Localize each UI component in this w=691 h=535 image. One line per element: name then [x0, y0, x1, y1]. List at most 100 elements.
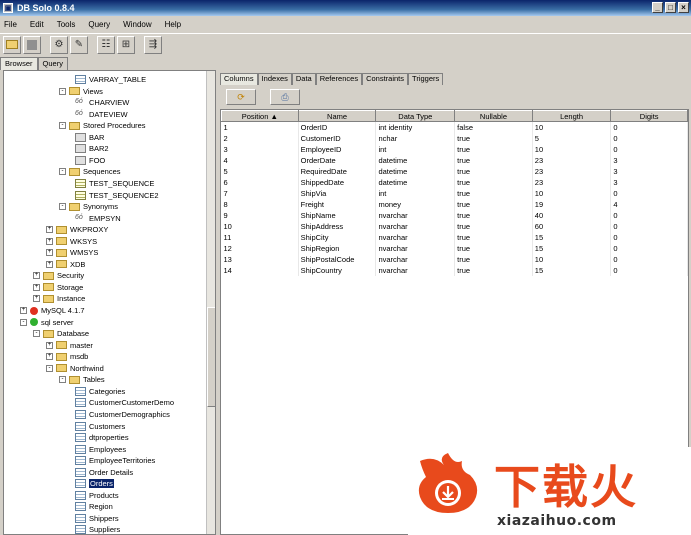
menu-query[interactable]: Query	[88, 20, 110, 29]
tree-node[interactable]: Shippers	[75, 513, 119, 524]
table-row[interactable]: 5 RequiredDate datetime true 23 3	[221, 166, 688, 177]
tree-scrollbar-thumb[interactable]	[207, 307, 215, 407]
tree-node[interactable]: + Storage	[33, 282, 83, 293]
header-length[interactable]: Length	[531, 110, 612, 122]
tree-node[interactable]: Suppliers	[75, 524, 120, 534]
tab-query[interactable]: Query	[37, 57, 68, 70]
table-row[interactable]: 7 ShipVia int true 10 0	[221, 188, 688, 199]
tree-node[interactable]: - Synonyms	[59, 201, 118, 212]
tree-node[interactable]: CustomerDemographics	[75, 409, 170, 420]
tree-node[interactable]: VARRAY_TABLE	[75, 74, 146, 85]
tree-node[interactable]: + WKSYS	[46, 236, 97, 247]
tree-node[interactable]: FOO	[75, 155, 105, 166]
collapse-icon[interactable]: -	[59, 168, 66, 176]
table-row[interactable]: 11 ShipCity nvarchar true 15 0	[221, 232, 688, 243]
tree-node[interactable]: Products	[75, 490, 119, 501]
expand-icon[interactable]: +	[20, 307, 27, 314]
collapse-icon[interactable]: -	[33, 330, 40, 338]
tree-node[interactable]: Categories	[75, 386, 125, 397]
menu-window[interactable]: Window	[123, 20, 151, 29]
expand-icon[interactable]: +	[33, 272, 40, 280]
tree-node[interactable]: - Stored Procedures	[59, 120, 146, 131]
table-row[interactable]: 2 CustomerID nchar true 5 0	[221, 133, 688, 144]
print-icon[interactable]: ⎙	[270, 89, 300, 105]
tree-node[interactable]: - Sequences	[59, 166, 121, 177]
tree-node[interactable]: - Northwind	[46, 363, 104, 374]
tree-node[interactable]: - Tables	[59, 374, 105, 385]
stop-icon[interactable]	[23, 35, 41, 54]
tree-node[interactable]: Order Details	[75, 467, 133, 478]
table-row[interactable]: 4 OrderDate datetime true 23 3	[221, 155, 688, 166]
collapse-icon[interactable]: -	[59, 87, 66, 95]
tab-references[interactable]: References	[315, 73, 363, 85]
tree-node[interactable]: + WMSYS	[46, 247, 98, 258]
tree-node[interactable]: TEST_SEQUENCE	[75, 178, 154, 189]
tree-node[interactable]: 6ó DATEVIEW	[75, 109, 128, 120]
collapse-icon[interactable]: -	[46, 364, 53, 372]
tree-node[interactable]: CustomerCustomerDemo	[75, 397, 174, 408]
header-data-type[interactable]: Data Type	[375, 110, 456, 122]
tab-browser[interactable]: Browser	[0, 57, 38, 70]
header-name[interactable]: Name	[297, 110, 377, 122]
expand-icon[interactable]: +	[33, 295, 40, 303]
expand-icon[interactable]: +	[33, 283, 40, 291]
tree-node[interactable]: 6ó CHARVIEW	[75, 97, 129, 108]
tree-node[interactable]: + Instance	[33, 293, 85, 304]
tree-node[interactable]: Employees	[75, 444, 126, 455]
connect-icon[interactable]: ⚙	[50, 35, 68, 54]
menu-tools[interactable]: Tools	[57, 20, 76, 29]
tree-node[interactable]: + master	[46, 340, 93, 351]
collapse-icon[interactable]: -	[20, 318, 27, 326]
table-row[interactable]: 13 ShipPostalCode nvarchar true 10 0	[221, 254, 688, 265]
tree-node[interactable]: 6ó EMPSYN	[75, 213, 121, 224]
expand-icon[interactable]: +	[46, 260, 53, 268]
table-row[interactable]: 14 ShipCountry nvarchar true 15 0	[221, 265, 688, 276]
tree-node[interactable]: BAR	[75, 132, 104, 143]
disconnect-icon[interactable]: ✎	[70, 35, 88, 54]
tree-node[interactable]: + msdb	[46, 351, 88, 362]
table-row[interactable]: 3 EmployeeID int true 10 0	[221, 144, 688, 155]
tree-node[interactable]: Customers	[75, 421, 125, 432]
expand-icon[interactable]: +	[46, 353, 53, 361]
expand-icon[interactable]: +	[46, 249, 53, 257]
tree-node[interactable]: TEST_SEQUENCE2	[75, 190, 159, 201]
tree-node[interactable]: + MySQL 4.1.7	[20, 305, 85, 316]
refresh-icon[interactable]: ⟳	[226, 89, 256, 105]
collapse-icon[interactable]: -	[59, 376, 66, 384]
table-row[interactable]: 12 ShipRegion nvarchar true 15 0	[221, 243, 688, 254]
collapse-icon[interactable]: -	[59, 122, 66, 130]
table-row[interactable]: 1 OrderID int identity false 10 0	[221, 121, 688, 133]
tree-node[interactable]: Region	[75, 501, 113, 512]
tree-view-icon[interactable]: ☷	[97, 35, 115, 54]
tab-columns[interactable]: Columns	[220, 73, 258, 85]
tab-constraints[interactable]: Constraints	[362, 73, 409, 85]
collapse-icon[interactable]: -	[59, 203, 66, 211]
menu-file[interactable]: File	[4, 20, 17, 29]
tree-node[interactable]: dtproperties	[75, 432, 129, 443]
tree-node[interactable]: EmployeeTerritories	[75, 455, 155, 466]
header-position[interactable]: Position ▲	[221, 110, 299, 122]
tree-node[interactable]: BAR2	[75, 143, 109, 154]
tree-node[interactable]: - sql server	[20, 317, 74, 328]
tree-node[interactable]: + WKPROXY	[46, 224, 108, 235]
tree-scrollbar[interactable]	[206, 71, 215, 534]
table-row[interactable]: 10 ShipAddress nvarchar true 60 0	[221, 221, 688, 232]
tree-node[interactable]: Orders	[75, 478, 114, 489]
table-row[interactable]: 8 Freight money true 19 4	[221, 199, 688, 210]
tree-node[interactable]: + Security	[33, 270, 84, 281]
expand-icon[interactable]: +	[46, 237, 53, 245]
tab-indexes[interactable]: Indexes	[257, 73, 292, 85]
grid-icon[interactable]: ⊞	[117, 35, 135, 54]
tab-triggers[interactable]: Triggers	[408, 73, 444, 85]
open-folder-icon[interactable]	[3, 35, 21, 54]
tab-data[interactable]: Data	[291, 73, 316, 85]
close-button[interactable]: ×	[678, 2, 689, 13]
execute-query-icon[interactable]: ⇶	[144, 35, 162, 54]
expand-icon[interactable]: +	[46, 341, 53, 349]
table-row[interactable]: 9 ShipName nvarchar true 40 0	[221, 210, 688, 221]
menu-edit[interactable]: Edit	[30, 20, 44, 29]
tree-node[interactable]: - Database	[33, 328, 89, 339]
maximize-button[interactable]: □	[665, 2, 676, 13]
table-row[interactable]: 6 ShippedDate datetime true 23 3	[221, 177, 688, 188]
tree-node[interactable]: + XDB	[46, 259, 85, 270]
